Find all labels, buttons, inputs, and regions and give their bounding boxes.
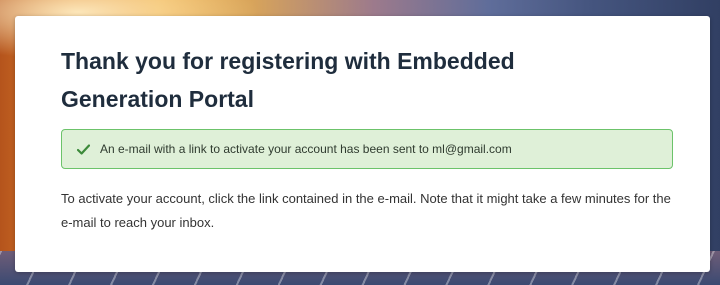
registration-confirmation-card: Thank you for registering with Embedded … — [15, 16, 710, 272]
success-alert-message: An e-mail with a link to activate your a… — [100, 142, 512, 156]
check-icon — [76, 142, 90, 156]
page-title: Thank you for registering with Embedded … — [61, 48, 515, 112]
success-alert: An e-mail with a link to activate your a… — [61, 129, 673, 169]
activation-instructions: To activate your account, click the link… — [61, 191, 671, 230]
